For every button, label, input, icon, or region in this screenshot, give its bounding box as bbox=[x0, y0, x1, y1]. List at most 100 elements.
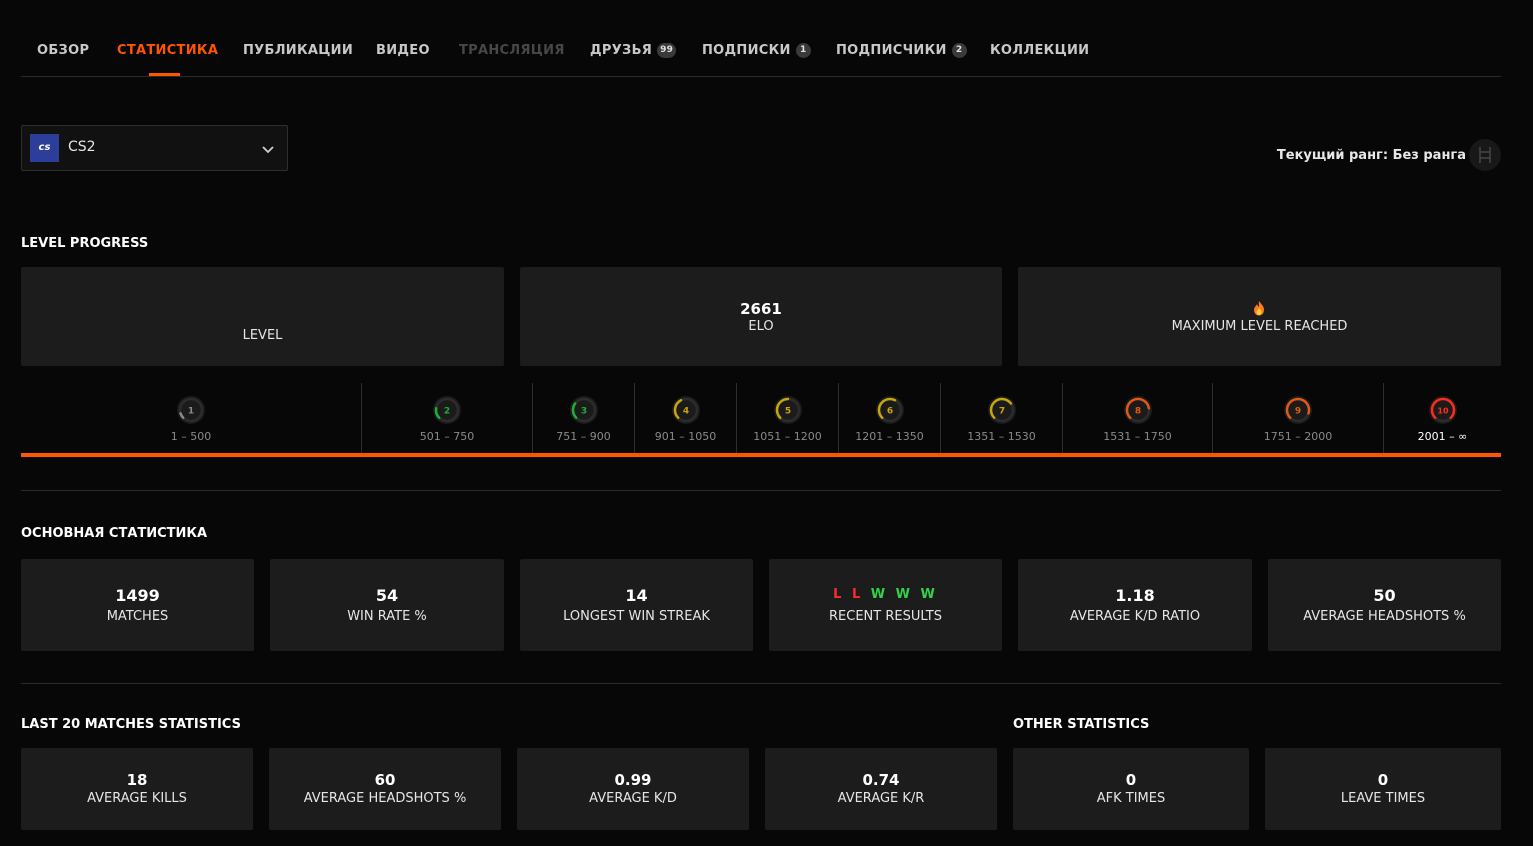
elo-value: 2661 bbox=[740, 300, 782, 318]
tab-label: ПОДПИСКИ bbox=[702, 43, 791, 58]
level-5-icon: 5 bbox=[773, 396, 802, 424]
level-range: 1 – 500 bbox=[170, 430, 212, 443]
max-level-card: MAXIMUM LEVEL REACHED bbox=[1018, 267, 1501, 366]
level-segment-8: 8 1531 – 1750 bbox=[1062, 383, 1212, 453]
level-number: 2 bbox=[444, 407, 450, 417]
level-range: 1531 – 1750 bbox=[1103, 430, 1172, 443]
result-win: W bbox=[920, 587, 938, 602]
current-rank-text: Текущий ранг: Без ранга bbox=[1276, 148, 1466, 163]
level-progress-title: LEVEL PROGRESS bbox=[21, 236, 149, 251]
stat-value: 1.18 bbox=[1115, 586, 1155, 605]
level-segment-4: 4 901 – 1050 bbox=[634, 383, 736, 453]
other-stats-title: OTHER STATISTICS bbox=[1013, 717, 1150, 732]
result-win: W bbox=[895, 587, 913, 602]
subscribers-count-badge: 2 bbox=[951, 43, 967, 58]
tab-stream: ТРАНСЛЯЦИЯ bbox=[459, 43, 565, 58]
tab-label: ТРАНСЛЯЦИЯ bbox=[459, 43, 565, 58]
level-number: 10 bbox=[1437, 407, 1449, 416]
level-range: 501 – 750 bbox=[419, 430, 475, 443]
cs2-logo-icon: cs bbox=[30, 134, 59, 162]
level-number: 3 bbox=[580, 407, 586, 417]
level-label: LEVEL bbox=[242, 328, 283, 343]
last20-card-kills: 18 AVERAGE KILLS bbox=[21, 748, 253, 830]
elo-card: 2661 ELO bbox=[520, 267, 1002, 366]
stat-value: 50 bbox=[1373, 586, 1396, 605]
stat-value: 1499 bbox=[115, 586, 160, 605]
tab-label: ОБЗОР bbox=[37, 43, 90, 58]
active-tab-indicator bbox=[149, 73, 180, 76]
tab-collections[interactable]: КОЛЛЕКЦИИ bbox=[990, 43, 1089, 58]
friends-count-badge: 99 bbox=[657, 43, 677, 58]
tab-subscribers[interactable]: ПОДПИСЧИКИ 2 bbox=[836, 43, 967, 58]
tab-video[interactable]: ВИДЕО bbox=[376, 43, 430, 58]
stat-card-recent-results: L L W W W RECENT RESULTS bbox=[769, 559, 1002, 651]
main-stats-title: ОСНОВНАЯ СТАТИСТИКА bbox=[21, 526, 208, 541]
level-number: 1 bbox=[188, 407, 194, 417]
stat-card-headshots: 50 AVERAGE HEADSHOTS % bbox=[1268, 559, 1501, 651]
level-number: 6 bbox=[886, 407, 892, 417]
level-range: 751 – 900 bbox=[556, 430, 611, 443]
level-number: 9 bbox=[1295, 407, 1301, 417]
stat-label: AVERAGE K/R bbox=[837, 791, 925, 806]
level-range: 1751 – 2000 bbox=[1263, 430, 1333, 443]
level-segment-10: 10 2001 – ∞ bbox=[1383, 383, 1501, 453]
tab-label: КОЛЛЕКЦИИ bbox=[990, 43, 1090, 58]
tab-overview[interactable]: ОБЗОР bbox=[37, 43, 89, 58]
stat-label: WIN RATE % bbox=[347, 609, 427, 624]
stat-value: 14 bbox=[625, 586, 648, 605]
last20-card-headshots: 60 AVERAGE HEADSHOTS % bbox=[269, 748, 501, 830]
tab-label: ДРУЗЬЯ bbox=[590, 43, 653, 58]
stat-value: 0 bbox=[1125, 771, 1137, 789]
stat-card-kd-ratio: 1.18 AVERAGE K/D RATIO bbox=[1018, 559, 1252, 651]
level-segment-3: 3 751 – 900 bbox=[532, 383, 634, 453]
level-7-icon: 7 bbox=[987, 396, 1016, 424]
stat-value: 60 bbox=[374, 771, 396, 789]
tab-subscriptions[interactable]: ПОДПИСКИ 1 bbox=[702, 43, 811, 58]
stat-label: AVERAGE K/D bbox=[589, 791, 677, 806]
stat-label: MATCHES bbox=[106, 609, 169, 624]
stat-label: LONGEST WIN STREAK bbox=[563, 609, 710, 624]
stat-card-win-streak: 14 LONGEST WIN STREAK bbox=[520, 559, 753, 651]
tab-publications[interactable]: ПУБЛИКАЦИИ bbox=[243, 43, 353, 58]
level-number: 5 bbox=[784, 407, 790, 417]
max-level-label: MAXIMUM LEVEL REACHED bbox=[1171, 319, 1348, 334]
stat-label: RECENT RESULTS bbox=[829, 609, 942, 624]
stat-value: 0.74 bbox=[862, 771, 900, 789]
recent-results-list: L L W W W bbox=[769, 587, 1002, 602]
tab-label: ПУБЛИКАЦИИ bbox=[243, 43, 353, 58]
level-segment-9: 9 1751 – 2000 bbox=[1212, 383, 1383, 453]
level-8-icon: 8 bbox=[1123, 396, 1152, 424]
stat-label: LEAVE TIMES bbox=[1340, 791, 1426, 806]
level-segment-6: 6 1201 – 1350 bbox=[838, 383, 940, 453]
level-10-icon: 10 bbox=[1428, 396, 1457, 424]
stat-label: AVERAGE HEADSHOTS % bbox=[303, 791, 467, 806]
level-9-icon: 9 bbox=[1284, 396, 1312, 424]
stat-label: AVERAGE KILLS bbox=[87, 791, 187, 806]
stat-label: AVERAGE HEADSHOTS % bbox=[1303, 609, 1466, 624]
level-number: 8 bbox=[1134, 407, 1140, 417]
subscriptions-count-badge: 1 bbox=[795, 43, 811, 58]
level-range: 901 – 1050 bbox=[654, 430, 717, 443]
game-select-dropdown[interactable]: cs CS2 bbox=[21, 125, 288, 171]
tab-friends[interactable]: ДРУЗЬЯ 99 bbox=[590, 43, 677, 58]
last20-card-kd: 0.99 AVERAGE K/D bbox=[517, 748, 749, 830]
level-card: LEVEL bbox=[21, 267, 504, 366]
stat-value: 18 bbox=[126, 771, 148, 789]
level-range: 1351 – 1530 bbox=[967, 430, 1036, 443]
chevron-down-icon bbox=[262, 146, 274, 154]
game-select-value: CS2 bbox=[68, 139, 96, 155]
level-number: 7 bbox=[998, 407, 1004, 417]
last20-title: LAST 20 MATCHES STATISTICS bbox=[21, 717, 241, 732]
level-2-icon: 2 bbox=[433, 396, 461, 424]
other-card-afk: 0 AFK TIMES bbox=[1013, 748, 1249, 830]
stat-value: 0.99 bbox=[614, 771, 652, 789]
level-segment-5: 5 1051 – 1200 bbox=[736, 383, 838, 453]
level-range: 1201 – 1350 bbox=[855, 430, 924, 443]
tab-label: ПОДПИСЧИКИ bbox=[836, 43, 947, 58]
level-scale: 1 1 – 500 2 501 – 750 3 751 – 900 4 901 … bbox=[21, 383, 1501, 459]
level-segment-1: 1 1 – 500 bbox=[21, 383, 361, 453]
level-progress-bar bbox=[21, 453, 1501, 457]
tab-label: ВИДЕО bbox=[376, 43, 430, 58]
tab-label: СТАТИСТИКА bbox=[117, 43, 219, 58]
tab-statistics[interactable]: СТАТИСТИКА bbox=[117, 43, 218, 58]
